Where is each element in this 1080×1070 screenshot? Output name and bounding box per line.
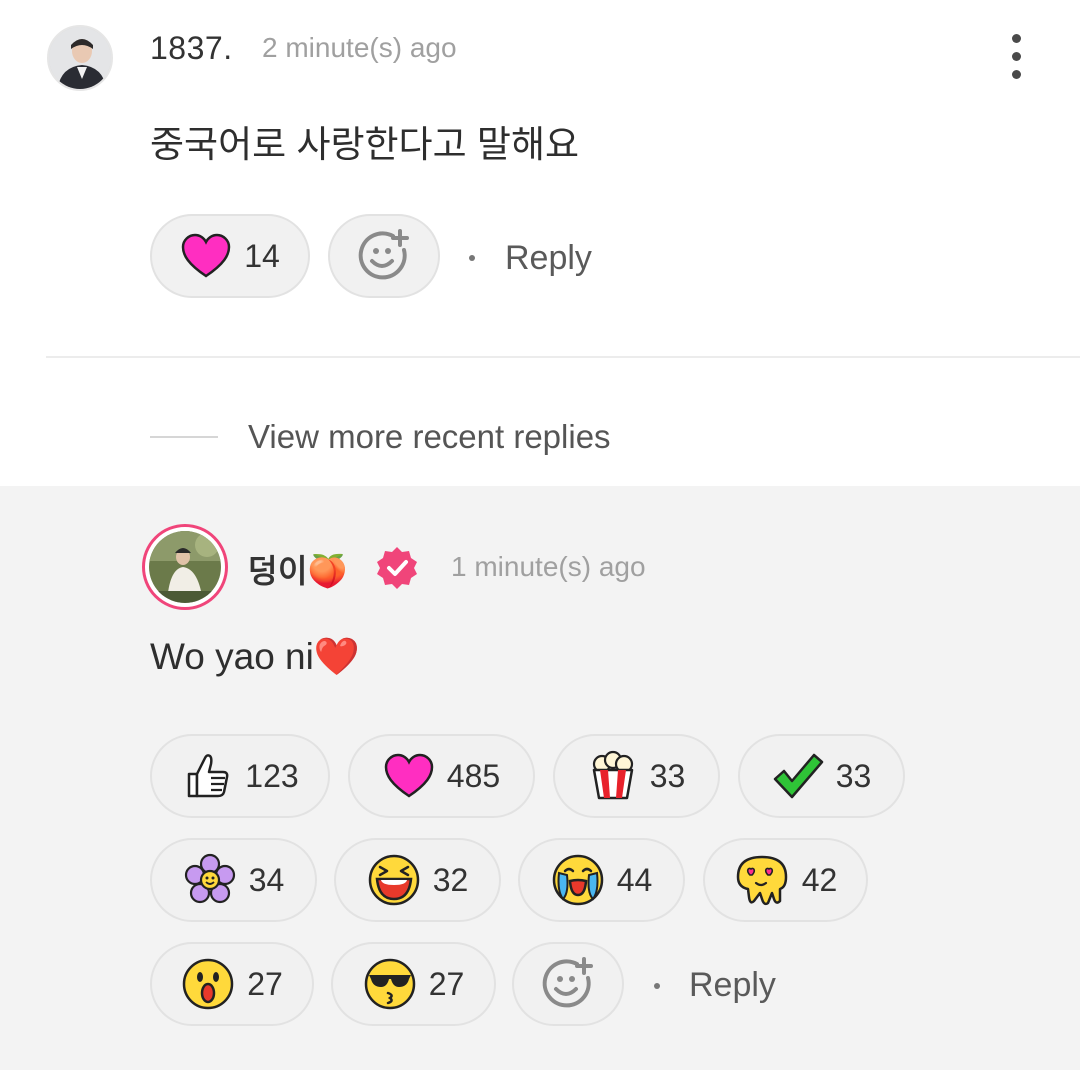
reaction-count: 14 <box>244 237 280 274</box>
commenter-name[interactable]: 1837. <box>150 30 233 67</box>
flower-icon <box>184 853 235 904</box>
reply-button[interactable]: Reply <box>689 966 776 1005</box>
popcorn-icon <box>592 750 633 800</box>
reaction-count: 32 <box>432 861 469 898</box>
reaction-chip-heart[interactable]: 14 <box>150 214 310 298</box>
view-more-replies-button[interactable]: View more recent replies <box>248 418 611 456</box>
comment-text: 중국어로 사랑한다고 말해요 <box>150 124 580 165</box>
reaction-count: 33 <box>835 757 872 794</box>
reaction-chip-flower[interactable]: 34 <box>150 838 317 922</box>
heart-icon <box>384 753 434 798</box>
separator-dot <box>469 255 475 261</box>
add-reaction-button[interactable] <box>328 214 440 298</box>
verified-badge-icon <box>374 545 420 596</box>
add-emoji-icon <box>542 957 593 1008</box>
reaction-count: 34 <box>248 861 285 898</box>
reaction-count: 27 <box>428 965 465 1002</box>
reaction-chip-checkmark[interactable]: 33 <box>738 734 905 818</box>
reaction-chip-surprised[interactable]: 27 <box>150 942 314 1026</box>
comment-time: 2 minute(s) ago <box>262 32 457 63</box>
crying-face-icon <box>552 854 603 906</box>
reaction-chip-cool-kiss[interactable]: 27 <box>331 942 496 1026</box>
surprised-face-icon <box>182 958 234 1010</box>
reply-text: Wo yao ni❤️ <box>150 636 360 677</box>
heart-icon <box>181 233 231 278</box>
laughing-face-icon <box>368 854 419 906</box>
reaction-count: 123 <box>245 757 299 794</box>
add-reaction-button[interactable] <box>512 942 624 1026</box>
thumbs-up-icon <box>188 754 229 798</box>
reaction-count: 33 <box>649 757 686 794</box>
reaction-chip-heart[interactable]: 485 <box>348 734 535 818</box>
separator-dot <box>654 983 660 989</box>
reply-button[interactable]: Reply <box>505 239 592 278</box>
reaction-chip-popcorn[interactable]: 33 <box>553 734 720 818</box>
cool-kiss-face-icon <box>364 958 415 1010</box>
reaction-chip-crying[interactable]: 44 <box>518 838 685 922</box>
reaction-count: 44 <box>616 861 653 898</box>
reaction-chip-laughing[interactable]: 32 <box>334 838 501 922</box>
reaction-chip-thumbs-up[interactable]: 123 <box>150 734 330 818</box>
commenter-avatar[interactable] <box>47 25 113 91</box>
view-more-line <box>150 436 218 438</box>
reaction-count: 42 <box>801 861 838 898</box>
reaction-count: 27 <box>247 965 283 1002</box>
add-emoji-icon <box>358 229 409 280</box>
reply-author-name[interactable]: 덩이🍑 <box>248 546 348 592</box>
divider <box>46 356 1080 358</box>
reply-author-avatar[interactable] <box>142 524 228 610</box>
checkmark-icon <box>773 753 823 799</box>
reply-time: 1 minute(s) ago <box>451 551 646 582</box>
reaction-chip-melting-heart-eyes[interactable]: 42 <box>703 838 868 922</box>
reaction-count: 485 <box>446 757 501 794</box>
melting-heart-eyes-icon <box>736 855 787 906</box>
more-options-icon[interactable] <box>996 30 1036 86</box>
